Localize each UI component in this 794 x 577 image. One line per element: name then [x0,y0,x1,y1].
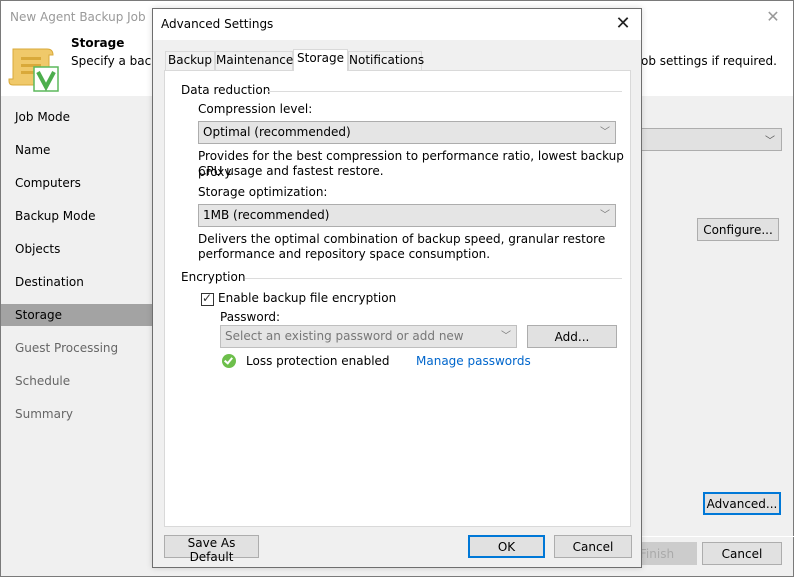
storage-optimization-label: Storage optimization: [198,185,328,199]
dialog-close-icon[interactable]: ✕ [613,13,633,34]
header-description-tail: ob settings if required. [641,54,777,68]
tab-storage[interactable]: Storage [293,49,348,71]
tab-notifications[interactable]: Notifications [348,51,424,70]
loss-protection-status: Loss protection enabled [246,354,390,368]
dialog-title: Advanced Settings [161,17,274,31]
chevron-down-icon: ﹀ [600,127,610,138]
optimization-description-line2: performance and repository space consump… [198,247,491,261]
advanced-button[interactable]: Advanced... [703,492,781,515]
nav-item-name[interactable]: Name [1,139,153,161]
nav-item-computers[interactable]: Computers [1,172,153,194]
password-select[interactable]: Select an existing password or add new ﹀ [220,325,517,348]
enable-encryption-label[interactable]: Enable backup file encryption [218,291,396,305]
wizard-cancel-button[interactable]: Cancel [702,542,782,565]
dialog-cancel-button[interactable]: Cancel [554,535,632,558]
wizard-step-nav: Job Mode Name Computers Backup Mode Obje… [1,96,153,546]
save-as-default-button[interactable]: Save As Default [164,535,259,564]
configure-button[interactable]: Configure... [697,218,779,241]
compression-level-label: Compression level: [198,102,313,116]
storage-optimization-select[interactable]: 1MB (recommended) ﹀ [198,204,616,227]
nav-item-job-mode[interactable]: Job Mode [1,106,153,128]
password-placeholder: Select an existing password or add new [225,329,464,343]
enable-encryption-checkbox[interactable]: ✓ [201,291,214,306]
check-circle-icon [222,354,236,368]
tab-maintenance[interactable]: Maintenance [215,51,293,70]
nav-item-summary: Summary [15,407,73,421]
data-reduction-group-label: Data reduction [181,83,271,97]
wizard-title: New Agent Backup Job [10,10,146,24]
tab-backup[interactable]: Backup [165,51,215,70]
storage-scroll-icon [8,48,59,92]
password-label: Password: [220,310,281,324]
manage-passwords-link[interactable]: Manage passwords [416,354,531,368]
nav-item-storage[interactable]: Storage [1,304,153,326]
add-password-button[interactable]: Add... [527,325,617,348]
group-divider [267,91,622,92]
compression-level-value: Optimal (recommended) [203,125,351,139]
chevron-down-icon: ﹀ [765,136,775,147]
compression-level-select[interactable]: Optimal (recommended) ﹀ [198,121,616,144]
nav-item-guest-processing: Guest Processing [15,341,119,355]
group-divider [245,278,622,279]
backup-repository-select[interactable]: ﹀ [641,128,782,151]
compression-description-line2: CPU usage and fastest restore. [198,164,384,178]
dialog-titlebar: Advanced Settings ✕ [153,9,641,40]
advanced-settings-dialog: Advanced Settings ✕ Backup Maintenance S… [152,8,642,568]
header-title: Storage [71,36,125,50]
wizard-close-icon[interactable]: ✕ [763,7,783,26]
nav-item-destination[interactable]: Destination [1,271,153,293]
checkmark-icon: ✓ [202,291,213,305]
nav-item-backup-mode[interactable]: Backup Mode [1,205,153,227]
chevron-down-icon: ﹀ [501,331,511,342]
encryption-group-label: Encryption [181,270,246,284]
storage-tab-panel: Data reduction Compression level: Optima… [164,70,631,527]
optimization-description-line1: Delivers the optimal combination of back… [198,232,606,246]
nav-item-objects[interactable]: Objects [1,238,153,260]
storage-optimization-value: 1MB (recommended) [203,208,330,222]
nav-item-schedule: Schedule [15,374,71,388]
chevron-down-icon: ﹀ [600,210,610,221]
ok-button[interactable]: OK [468,535,545,558]
